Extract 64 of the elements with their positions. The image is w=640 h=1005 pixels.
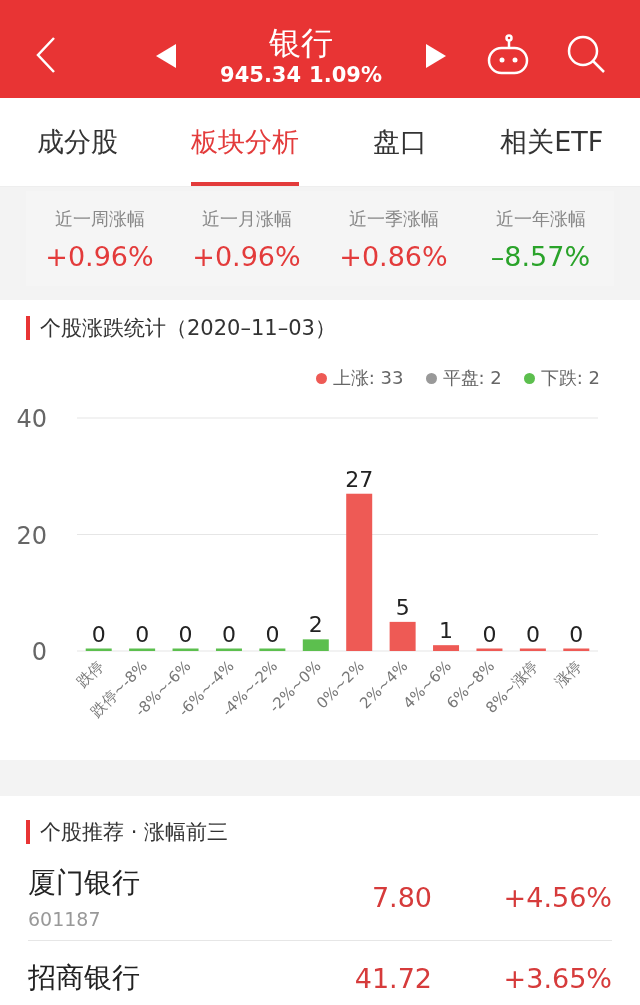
category-label: 跌停	[73, 657, 108, 692]
chart-bar	[85, 648, 112, 651]
bar-value-label: 27	[345, 466, 374, 492]
chart-bar	[215, 648, 242, 651]
legend-label: 下跌: 2	[540, 366, 600, 390]
tab[interactable]: 成分股	[36, 98, 118, 186]
section-title: 个股推荐 · 涨幅前三	[40, 819, 229, 846]
period-label: 近一季涨幅	[348, 207, 439, 231]
bar-value-label: 5	[395, 594, 410, 620]
legend-label: 平盘: 2	[442, 366, 502, 390]
bar-value-label: 0	[135, 621, 150, 647]
tab[interactable]: 相关ETF	[500, 98, 604, 186]
section-title: 个股涨跌统计（2020–11–03）	[40, 315, 336, 342]
stock-change: +3.65%	[502, 962, 612, 994]
tab[interactable]: 盘口	[372, 98, 427, 186]
chart-bar	[389, 621, 416, 651]
axis-tick-label: 40	[16, 405, 47, 433]
bar-value-label: 0	[178, 621, 193, 647]
search-icon[interactable]	[566, 34, 606, 74]
period-change: +0.86%	[339, 241, 448, 272]
index-change: 1.09%	[309, 63, 382, 87]
period-change: +0.96%	[192, 241, 301, 272]
chart-bar	[476, 648, 503, 651]
section-marker	[26, 316, 30, 340]
chart-bar	[259, 648, 286, 651]
next-icon[interactable]	[424, 43, 448, 69]
chart-bar	[433, 645, 460, 651]
tab[interactable]: 板块分析	[191, 98, 300, 186]
stock-change: +4.56%	[502, 881, 612, 913]
page-title: 银行	[269, 23, 333, 63]
period-label: 近一周涨幅	[54, 207, 145, 231]
chart-bar	[302, 639, 329, 651]
bar-value-label: 0	[525, 621, 540, 647]
bar-value-label: 1	[439, 618, 454, 644]
stock-price: 7.80	[370, 881, 432, 913]
period-label: 近一年涨幅	[495, 207, 586, 231]
stock-name: 厦门银行	[28, 865, 141, 901]
axis-tick-label: 20	[16, 521, 47, 550]
previous-icon[interactable]	[154, 43, 178, 69]
stock-name: 招商银行	[28, 960, 141, 996]
section-marker	[26, 820, 30, 844]
bar-value-label: 0	[91, 621, 106, 647]
period-change: –8.57%	[490, 241, 591, 272]
bar-value-label: 0	[265, 621, 280, 647]
bar-value-label: 2	[308, 612, 323, 638]
bar-value-label: 0	[482, 621, 497, 647]
chart-bar	[563, 648, 590, 651]
stock-code: 601187	[28, 908, 102, 930]
robot-icon[interactable]	[486, 34, 530, 76]
category-label: 涨停	[551, 657, 586, 692]
axis-tick-label: 0	[31, 638, 47, 666]
index-price: 945.34	[220, 63, 302, 87]
stock-price: 41.72	[353, 962, 432, 994]
chart-bar	[519, 648, 546, 651]
chart-bar	[129, 648, 156, 651]
bar-value-label: 0	[221, 621, 236, 647]
chart-bar	[172, 648, 199, 651]
back-icon[interactable]	[34, 35, 58, 75]
legend-label: 上涨: 33	[332, 366, 404, 390]
stock-row[interactable]: 招商银行 41.72 +3.65%	[28, 941, 612, 1005]
period-label: 近一月涨幅	[201, 207, 292, 231]
period-change: +0.96%	[45, 241, 154, 272]
stock-row[interactable]: 厦门银行 601187 7.80 +4.56%	[28, 846, 612, 941]
bar-value-label: 0	[569, 621, 584, 647]
